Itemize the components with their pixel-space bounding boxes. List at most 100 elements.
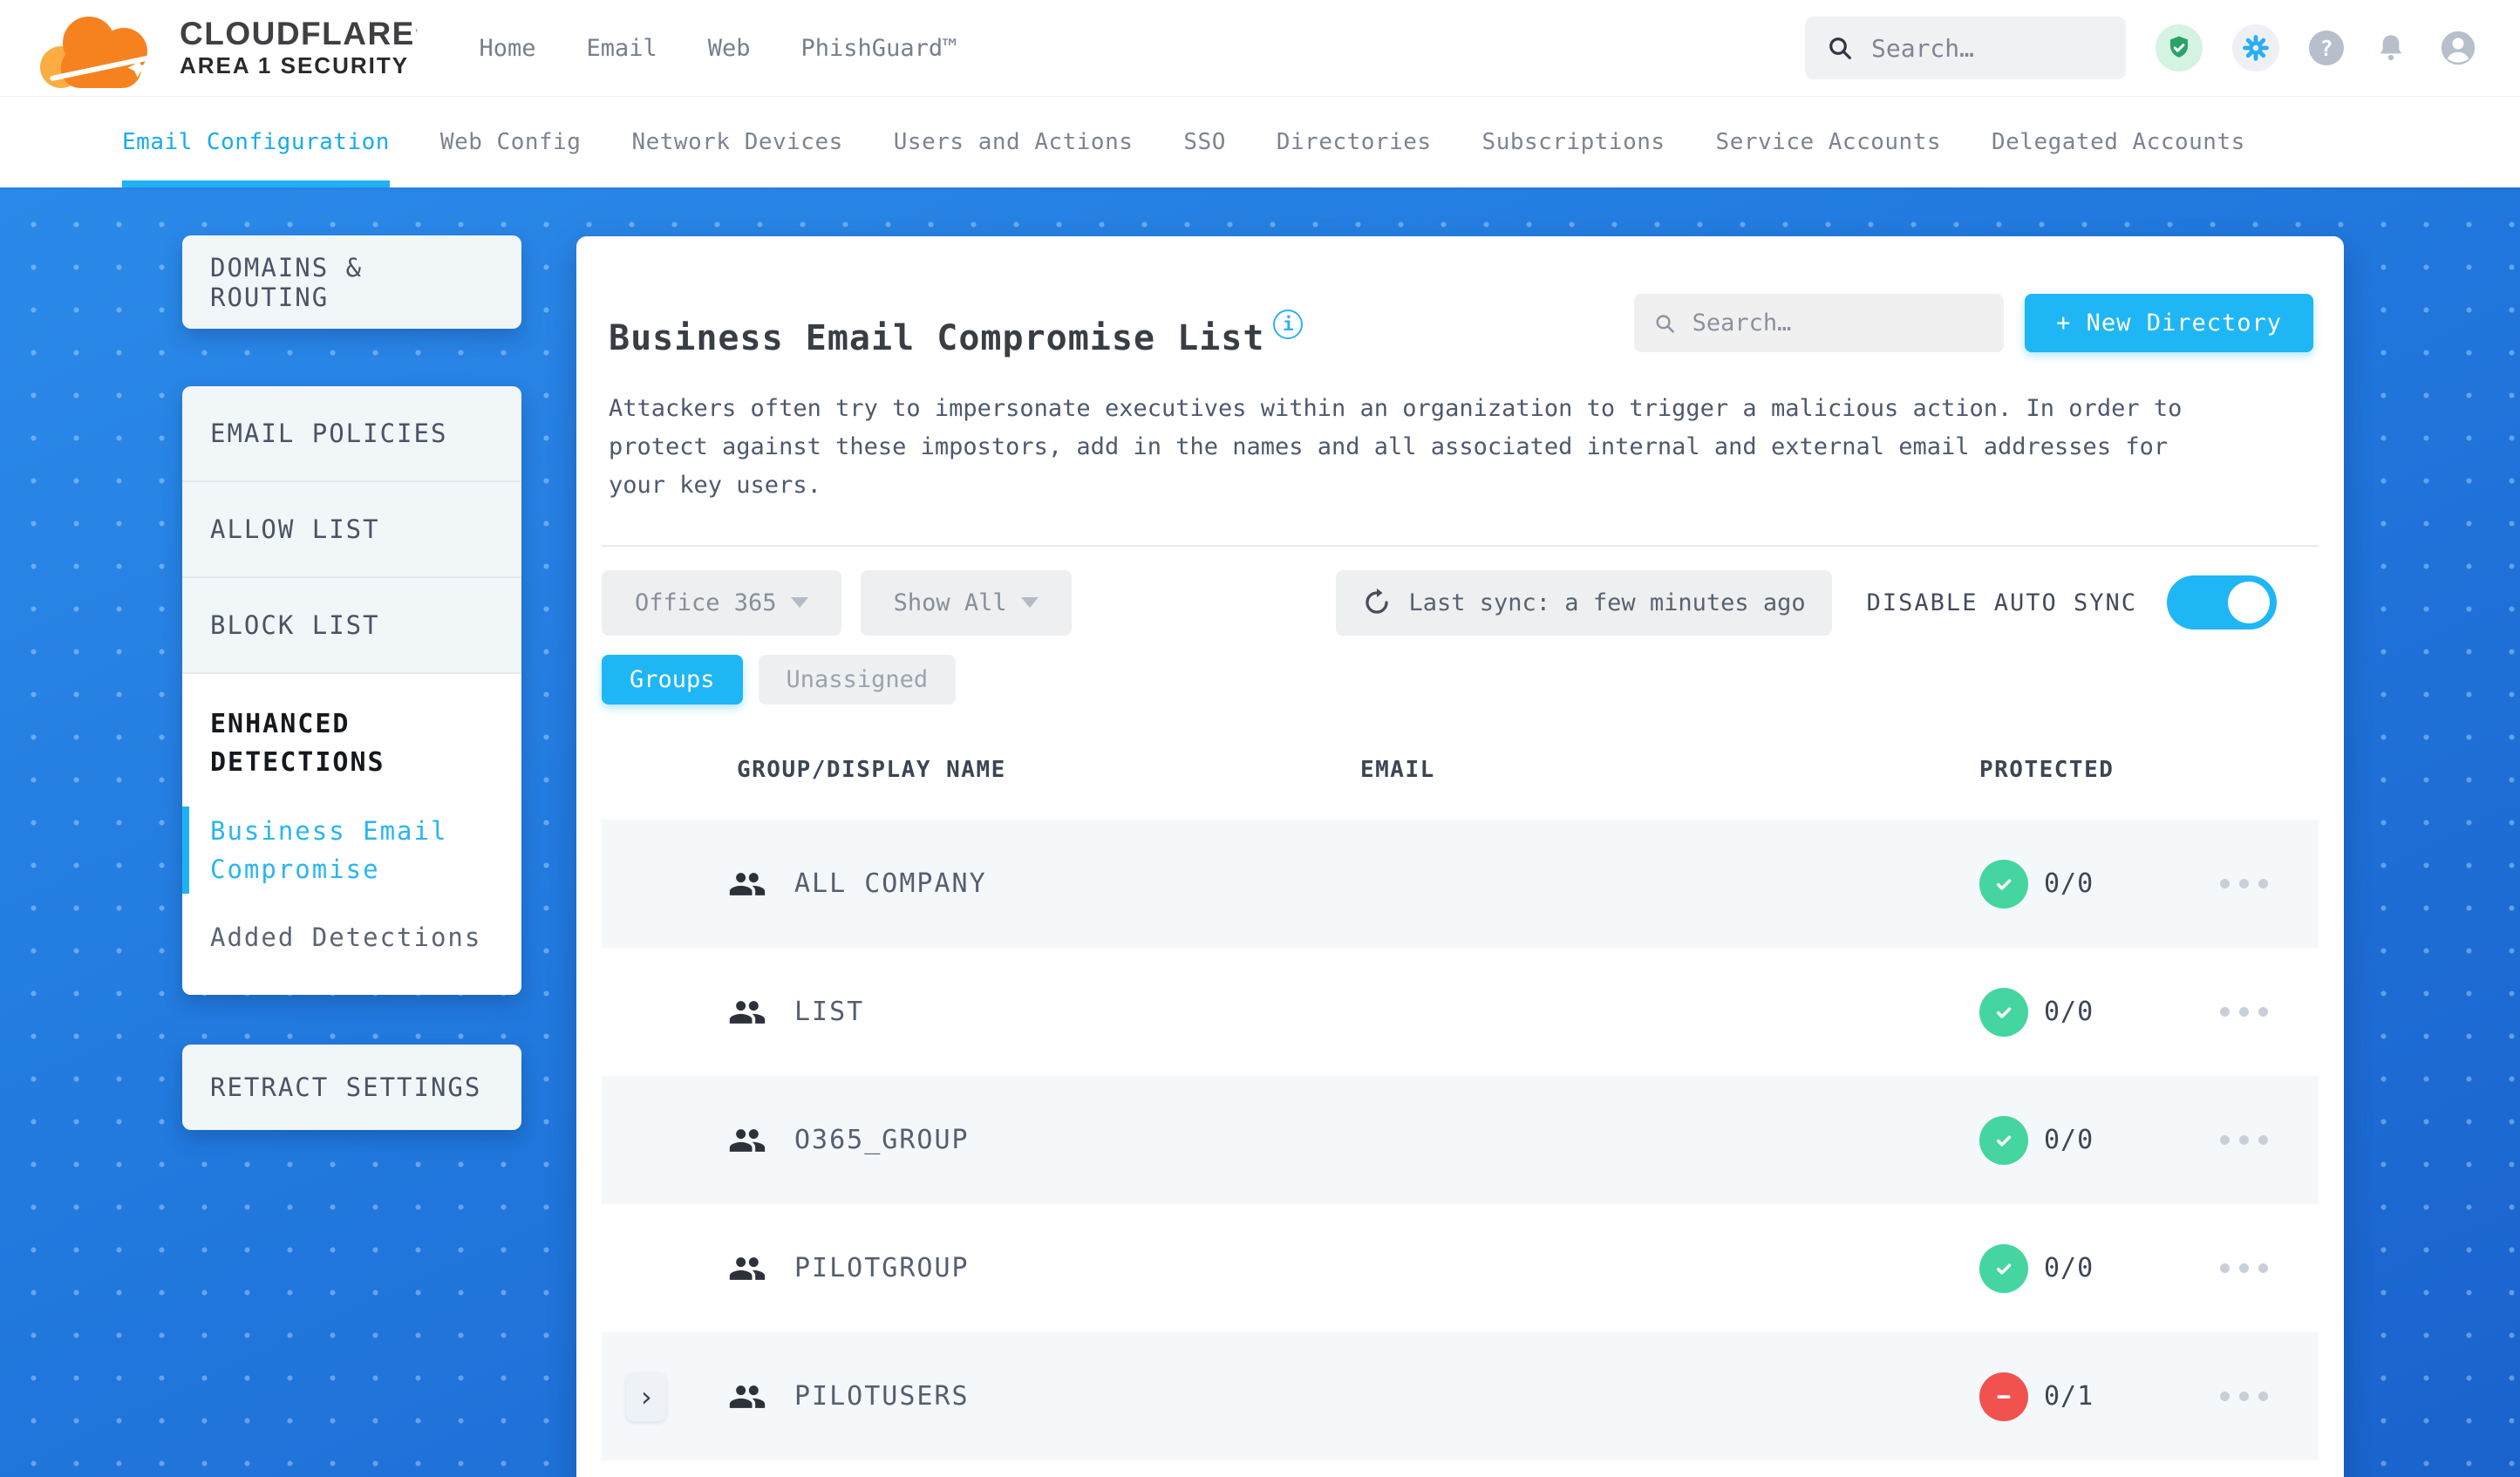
- sidebar-item-block-list[interactable]: BLOCK LIST: [182, 578, 521, 672]
- new-directory-button[interactable]: + New Directory: [2025, 294, 2313, 352]
- protected-status-icon: [1979, 1372, 2028, 1421]
- table-header: GROUP/DISPLAY NAME EMAIL PROTECTED: [602, 720, 2319, 820]
- protected-count: 0/0: [2044, 1253, 2094, 1283]
- subnav-item-email-configuration[interactable]: Email Configuration: [122, 97, 390, 187]
- group-name: ALL COMPANY: [794, 868, 987, 899]
- top-navigation: Home Email Web PhishGuard™: [479, 35, 957, 62]
- info-glyph: i: [1283, 314, 1294, 335]
- tab-groups[interactable]: Groups: [602, 655, 743, 704]
- page-description: Attackers often try to impersonate execu…: [609, 395, 2183, 499]
- brand-subtitle: AREA 1 SECURITY: [180, 52, 410, 79]
- protected-count: 0/0: [2044, 1125, 2094, 1155]
- table-row[interactable]: › PILOTUSERS 0/1: [602, 1332, 2319, 1460]
- page-title: Business Email Compromise List: [609, 318, 1265, 358]
- sidebar: DOMAINS & ROUTING EMAIL POLICIES ALLOW L…: [182, 235, 521, 1130]
- directory-search-input[interactable]: [1692, 310, 1985, 337]
- filter-bar: Office 365 Show All Last sync: a few min…: [602, 569, 2319, 636]
- subnav-item-service-accounts[interactable]: Service Accounts: [1716, 97, 1941, 187]
- row-actions-button[interactable]: [2220, 1126, 2268, 1154]
- view-tabs: Groups Unassigned: [602, 655, 2319, 704]
- protected-status-icon: [1979, 987, 2028, 1037]
- group-name: O365_GROUP: [794, 1125, 970, 1155]
- sidebar-item-allow-list[interactable]: ALLOW LIST: [182, 482, 521, 576]
- security-shield-icon[interactable]: [2156, 24, 2203, 71]
- row-actions-button[interactable]: [2220, 1383, 2268, 1410]
- subnav-item-sso[interactable]: SSO: [1183, 97, 1225, 187]
- table-row[interactable]: ALL COMPANY 0/0: [602, 820, 2319, 948]
- subnav-item-users-and-actions[interactable]: Users and Actions: [894, 97, 1134, 187]
- sidebar-item-enhanced-detections[interactable]: ENHANCED DETECTIONS: [182, 705, 521, 782]
- global-search[interactable]: [1805, 17, 2126, 79]
- info-icon[interactable]: i: [1273, 310, 1304, 339]
- auto-sync-toggle[interactable]: [2167, 575, 2277, 630]
- protected-status-icon: [1979, 1115, 2028, 1165]
- last-sync-button[interactable]: Last sync: a few minutes ago: [1335, 569, 1832, 636]
- subnav-item-delegated-accounts[interactable]: Delegated Accounts: [1992, 97, 2245, 187]
- group-name: LIST: [794, 997, 865, 1027]
- divider: [602, 545, 2319, 547]
- topnav-item-web[interactable]: Web: [708, 35, 751, 62]
- subnav-item-web-config[interactable]: Web Config: [440, 97, 582, 187]
- chevron-right-icon: ›: [637, 1379, 655, 1413]
- topnav-item-home[interactable]: Home: [479, 35, 535, 62]
- section-navigation: Email Configuration Web Config Network Dev…: [0, 96, 2520, 187]
- table-body: ALL COMPANY 0/0 LIST 0/0 O365_GROUP 0/0 …: [602, 820, 2319, 1460]
- content-background: DOMAINS & ROUTING EMAIL POLICIES ALLOW L…: [0, 187, 2520, 1477]
- search-icon: [1656, 314, 1674, 333]
- brand-name: CLOUDFLARE: [180, 16, 415, 52]
- protected-count: 0/1: [2044, 1381, 2094, 1412]
- sidebar-item-retract-settings[interactable]: RETRACT SETTINGS: [182, 1045, 521, 1130]
- group-people-icon: [728, 865, 766, 903]
- chevron-down-icon: [1020, 597, 1039, 608]
- app-header: CLOUDFLARE’ AREA 1 SECURITY Home Email Web…: [0, 0, 2520, 96]
- group-people-icon: [728, 993, 766, 1031]
- table-row[interactable]: PILOTGROUP 0/0: [602, 1204, 2319, 1332]
- tab-unassigned[interactable]: Unassigned: [758, 655, 957, 704]
- sidebar-item-email-policies[interactable]: EMAIL POLICIES: [182, 386, 521, 480]
- column-header-protected: PROTECTED: [1979, 757, 2115, 783]
- directory-search[interactable]: [1634, 294, 2005, 352]
- expand-row-button[interactable]: ›: [626, 1372, 666, 1421]
- sidebar-item-domains-routing[interactable]: DOMAINS & ROUTING: [182, 235, 521, 329]
- subnav-item-subscriptions[interactable]: Subscriptions: [1482, 97, 1665, 187]
- subnav-item-network-devices[interactable]: Network Devices: [631, 97, 842, 187]
- column-header-email: EMAIL: [1360, 757, 1435, 783]
- row-actions-button[interactable]: [2220, 998, 2268, 1025]
- show-filter-dropdown[interactable]: Show All: [860, 569, 1072, 636]
- notifications-bell-icon[interactable]: [2374, 31, 2408, 65]
- directory-type-value: Office 365: [635, 589, 777, 616]
- global-search-input[interactable]: [1871, 33, 2105, 63]
- column-header-group-name: GROUP/DISPLAY NAME: [737, 757, 1006, 783]
- brand-trademark: ’: [414, 28, 419, 44]
- group-people-icon: [728, 1378, 766, 1416]
- directory-type-dropdown[interactable]: Office 365: [602, 569, 841, 636]
- topnav-item-phishguard[interactable]: PhishGuard™: [801, 35, 957, 62]
- row-actions-button[interactable]: [2220, 870, 2268, 897]
- help-icon[interactable]: ?: [2309, 31, 2344, 65]
- sidebar-item-added-detections[interactable]: Added Detections: [182, 918, 521, 956]
- brand[interactable]: CLOUDFLARE’ AREA 1 SECURITY: [35, 6, 418, 90]
- topnav-item-email[interactable]: Email: [586, 35, 657, 62]
- protected-count: 0/0: [2044, 997, 2094, 1027]
- auto-sync-label: DISABLE AUTO SYNC: [1866, 589, 2137, 616]
- toggle-knob: [2228, 582, 2270, 623]
- last-sync-text: Last sync: a few minutes ago: [1408, 589, 1806, 616]
- table-row[interactable]: LIST 0/0: [602, 948, 2319, 1076]
- protected-status-icon: [1979, 1243, 2028, 1293]
- subnav-item-directories[interactable]: Directories: [1277, 97, 1432, 187]
- sidebar-item-business-email-compromise[interactable]: Business Email Compromise: [182, 807, 521, 894]
- group-name: PILOTUSERS: [794, 1381, 970, 1412]
- show-filter-value: Show All: [893, 589, 1007, 616]
- protected-count: 0/0: [2044, 868, 2094, 899]
- groups-table: GROUP/DISPLAY NAME EMAIL PROTECTED ALL C…: [602, 720, 2319, 1460]
- chevron-down-icon: [790, 597, 808, 608]
- search-icon: [1829, 37, 1851, 59]
- question-glyph: ?: [2319, 35, 2333, 61]
- row-actions-button[interactable]: [2220, 1255, 2268, 1282]
- main-panel: Business Email Compromise List i + New D…: [576, 236, 2344, 1477]
- user-avatar-icon[interactable]: [2438, 28, 2478, 68]
- settings-gear-icon[interactable]: [2232, 24, 2279, 71]
- cloudflare-logo-icon: [35, 6, 167, 90]
- table-row[interactable]: O365_GROUP 0/0: [602, 1076, 2319, 1204]
- group-people-icon: [728, 1121, 766, 1160]
